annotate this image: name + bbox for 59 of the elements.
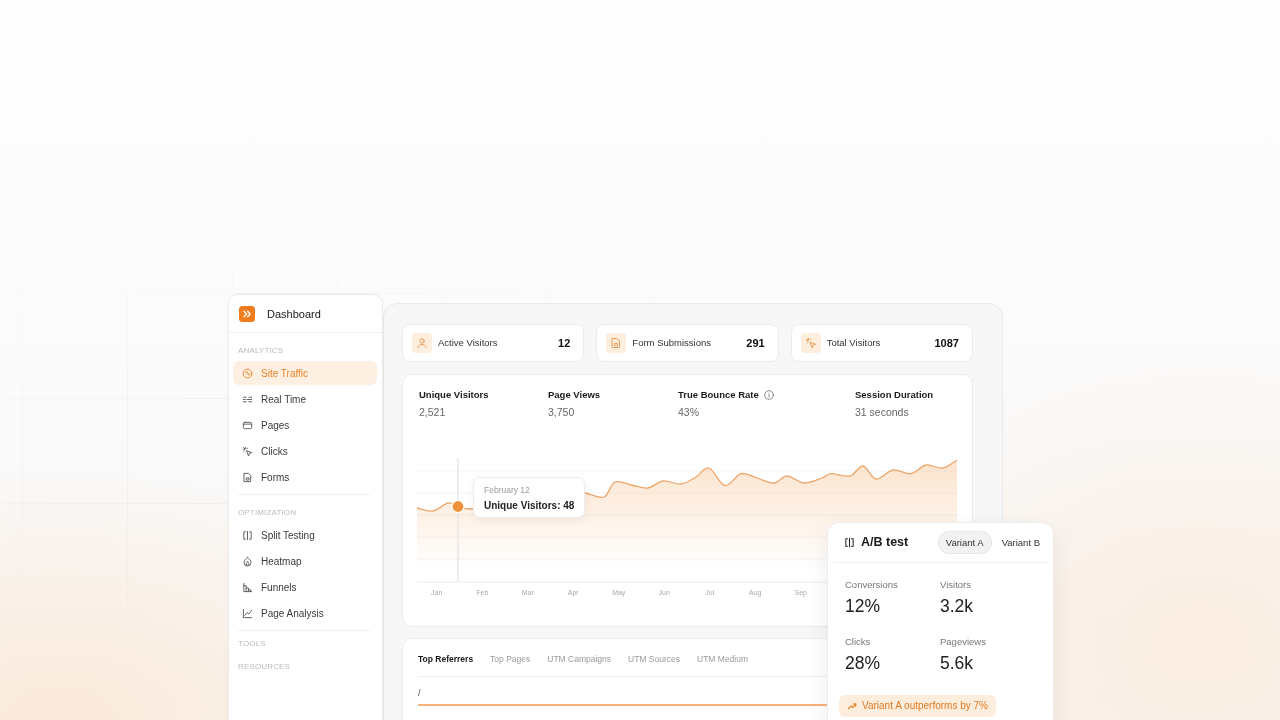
metric-value: 2,521 (419, 406, 447, 419)
sidebar-item[interactable]: Pages (233, 413, 377, 437)
app-title: Dashboard (267, 306, 321, 321)
sidebar-item[interactable]: Split Testing (233, 523, 377, 547)
report-tab[interactable]: Top Referrers (418, 653, 474, 665)
stat-label: Active Visitors (438, 337, 498, 349)
metric-label: Page Views (548, 389, 601, 401)
metric-value: 43% (678, 406, 700, 419)
line-chart-icon (242, 607, 253, 619)
document-icon (242, 471, 253, 483)
stat-value: 1087 (934, 336, 959, 350)
split-icon (844, 537, 855, 548)
sidebar-item[interactable]: Funnels (233, 575, 377, 599)
metric-label: Pageviews (940, 636, 987, 648)
stat-value: 291 (746, 336, 765, 350)
trend-up-icon (847, 701, 857, 711)
section-heading: OPTIMIZATION (237, 507, 298, 519)
variant-tab[interactable]: Variant A (937, 531, 992, 554)
metric-value: 31 seconds (855, 406, 910, 419)
metric-label: Clicks (845, 636, 872, 648)
window-icon (242, 419, 253, 431)
info-icon[interactable] (763, 390, 774, 400)
sidebar-item[interactable]: Real Time (233, 387, 377, 411)
metric-value: 5.6k (940, 652, 975, 674)
metric-value: 28% (845, 652, 882, 674)
section-heading: RESOURCES (237, 661, 292, 673)
steps-icon (242, 581, 253, 593)
metric-label: Conversions (845, 579, 899, 591)
metric-value: 3.2k (940, 595, 975, 617)
logo-icon[interactable] (239, 305, 255, 322)
stat-label: Form Submissions (632, 337, 711, 349)
cursor-click-icon (800, 333, 821, 353)
flame-icon (242, 555, 253, 567)
split-icon (242, 529, 253, 541)
sidebar-item[interactable]: Page Analysis (233, 601, 377, 625)
section-heading: TOOLS (237, 638, 267, 650)
section-heading: ANALYTICS (237, 345, 285, 357)
stat-label: Total Visitors (826, 337, 881, 349)
stat-value: 12 (558, 336, 571, 350)
metric-label: Unique Visitors (419, 389, 489, 401)
marker-icon (451, 499, 465, 514)
card-title: A/B test (861, 535, 909, 550)
document-icon (606, 333, 627, 353)
referrer-label: / (418, 688, 421, 699)
user-icon (412, 333, 432, 353)
circle-icon (242, 367, 253, 379)
sidebar-item[interactable]: Forms (233, 465, 377, 489)
metric-label: Session Duration (855, 389, 934, 401)
result-text: Variant A outperforms by 7% (862, 700, 988, 712)
sidebar-item[interactable]: Heatmap (233, 549, 377, 573)
metric-label: True Bounce Rate (678, 389, 759, 401)
sidebar-item[interactable]: Clicks (233, 439, 377, 463)
tooltip-value: Unique Visitors: 48 (484, 499, 574, 512)
metric-value: 12% (845, 595, 882, 617)
metric-label: Visitors (940, 579, 972, 591)
metric-value: 3,750 (548, 406, 576, 419)
cursor-click-icon (242, 445, 253, 457)
variant-tab[interactable]: Variant B (993, 531, 1048, 554)
tooltip-date: February 12 (484, 485, 531, 496)
